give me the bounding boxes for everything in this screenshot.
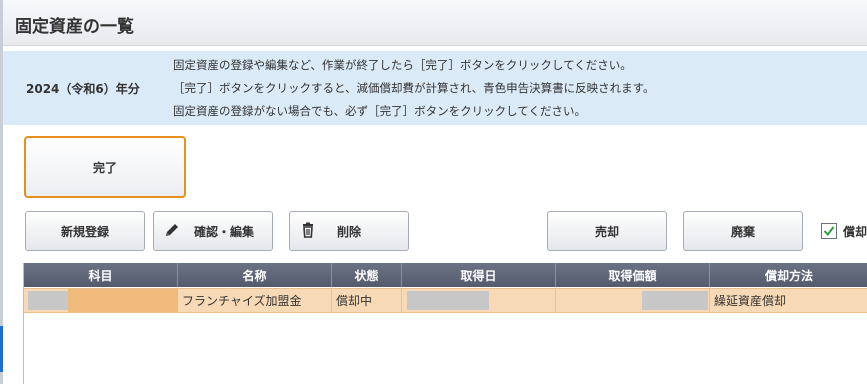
sell-button[interactable]: 売却 [547, 211, 667, 251]
year-label: 2024（令和6）年分 [26, 82, 140, 96]
new-register-button[interactable]: 新規登録 [25, 211, 145, 251]
column-header-acquired-price[interactable]: 取得価額 [556, 263, 710, 287]
confirm-edit-button[interactable]: 確認・編集 [153, 211, 273, 251]
cell-name: フランチャイズ加盟金 [178, 289, 332, 312]
confirm-edit-button-label: 確認・編集 [193, 224, 254, 239]
depreciation-checkbox-label: 償却 [843, 224, 867, 239]
left-edge-accent [0, 326, 3, 372]
redacted-block [68, 289, 178, 312]
done-button[interactable]: 完了 [24, 136, 186, 198]
column-header-method[interactable]: 償却方法 [710, 263, 867, 287]
cell-acquired-price [556, 289, 710, 312]
depreciation-filter[interactable]: 償却 [821, 221, 867, 241]
cell-status: 償却中 [332, 289, 402, 312]
check-icon [823, 226, 835, 237]
pencil-icon [163, 221, 181, 239]
delete-button[interactable]: 削除 [289, 211, 409, 251]
page-title: 固定資産の一覧 [15, 17, 134, 37]
trash-icon [299, 221, 317, 239]
depreciation-checkbox[interactable] [821, 223, 837, 239]
title-bar: 固定資産の一覧 [3, 0, 867, 46]
dispose-button-label: 廃棄 [730, 224, 755, 239]
column-header-acquired-date[interactable]: 取得日 [402, 263, 556, 287]
info-message: ［完了］ボタンをクリックすると、減価償却費が計算され、青色申告決算書に反映されま… [173, 81, 655, 95]
dispose-button[interactable]: 廃棄 [683, 211, 803, 251]
info-banner: 2024（令和6）年分 固定資産の登録や編集など、作業が終了したら［完了］ボタン… [3, 51, 867, 125]
cell-acquired-date [402, 289, 556, 312]
table-row[interactable]: フランチャイズ加盟金 償却中 繰延資産償却 [24, 288, 867, 313]
table-header: 科目 名称 状態 取得日 取得価額 償却方法 [24, 263, 867, 287]
info-message: 固定資産の登録がない場合でも、必ず［完了］ボタンをクリックしてください。 [173, 104, 586, 118]
fixed-assets-table: 科目 名称 状態 取得日 取得価額 償却方法 フランチャイズ加盟金 償却中 繰延… [23, 263, 867, 384]
delete-button-label: 削除 [336, 224, 361, 239]
redacted-block [407, 291, 489, 310]
cell-method: 繰延資産償却 [714, 294, 787, 308]
redacted-block [642, 291, 708, 310]
column-header-subject[interactable]: 科目 [24, 263, 178, 287]
sell-button-label: 売却 [594, 224, 619, 239]
column-header-name[interactable]: 名称 [178, 263, 332, 287]
column-header-status[interactable]: 状態 [332, 263, 402, 287]
fixed-assets-page: 固定資産の一覧 2024（令和6）年分 固定資産の登録や編集など、作業が終了した… [0, 0, 867, 384]
redacted-block [28, 291, 68, 310]
new-register-button-label: 新規登録 [60, 224, 109, 239]
done-button-label: 完了 [92, 160, 117, 175]
info-message: 固定資産の登録や編集など、作業が終了したら［完了］ボタンをクリックしてください。 [173, 58, 632, 72]
cell-subject [24, 289, 178, 312]
